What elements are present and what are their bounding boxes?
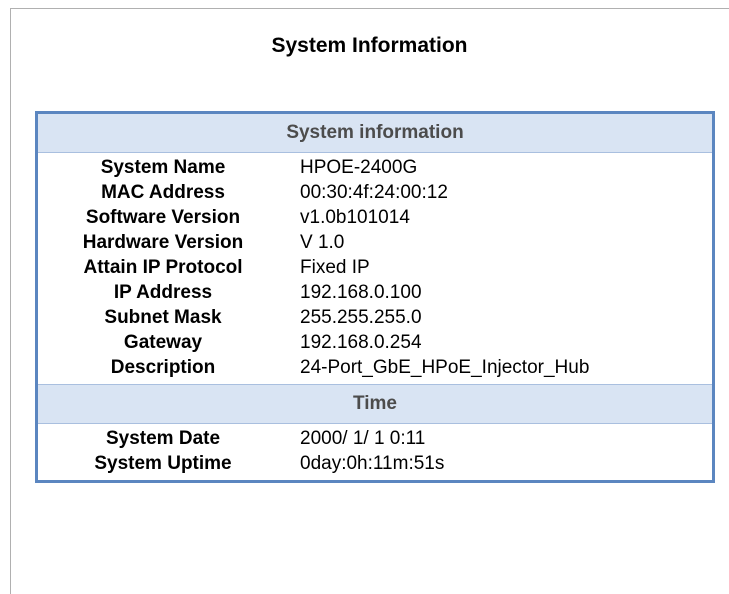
table-row-hardware-version: Hardware Version V 1.0 (37, 230, 714, 255)
time-header-row: Time (36, 384, 714, 424)
system-information-header: System information (36, 112, 714, 153)
hardware-version-label: Hardware Version (82, 232, 244, 253)
table-row-system-name: System Name HPOE-2400G (37, 153, 714, 181)
hardware-version-value: V 1.0 (300, 232, 345, 253)
content-frame-top-border (10, 8, 729, 9)
system-name-label: System Name (100, 157, 226, 178)
time-header: Time (36, 384, 714, 424)
content-frame-left-border (10, 8, 11, 594)
table-row-system-date: System Date 2000/ 1/ 1 0:11 (37, 424, 714, 452)
table-row-mac-address: MAC Address 00:30:4f:24:00:12 (37, 180, 714, 205)
system-information-header-row: System information (36, 112, 714, 153)
gateway-value: 192.168.0.254 (300, 332, 422, 353)
system-date-value: 2000/ 1/ 1 0:11 (300, 428, 426, 449)
subnet-mask-label: Subnet Mask (104, 307, 222, 328)
description-label: Description (110, 357, 216, 378)
system-information-table: System information System Name HPOE-2400… (35, 111, 715, 483)
ip-address-label: IP Address (113, 282, 213, 303)
table-row-system-uptime: System Uptime 0day:0h:11m:51s (37, 451, 714, 482)
mac-address-label: MAC Address (101, 182, 225, 203)
ip-address-value: 192.168.0.100 (300, 282, 422, 303)
subnet-mask-value: 255.255.255.0 (300, 307, 422, 328)
table-row-description: Description 24-Port_GbE_HPoE_Injector_Hu… (37, 355, 714, 385)
attain-ip-protocol-value: Fixed IP (300, 257, 370, 278)
software-version-label: Software Version (85, 207, 241, 228)
attain-ip-protocol-label: Attain IP Protocol (83, 257, 243, 278)
page-title: System Information (271, 34, 468, 57)
system-uptime-label: System Uptime (94, 453, 232, 474)
system-name-value: HPOE-2400G (300, 157, 418, 178)
table-row-subnet-mask: Subnet Mask 255.255.255.0 (37, 305, 714, 330)
software-version-value: v1.0b101014 (300, 207, 410, 228)
description-value: 24-Port_GbE_HPoE_Injector_Hub (300, 357, 590, 378)
table-row-attain-ip-protocol: Attain IP Protocol Fixed IP (37, 255, 714, 280)
table-row-ip-address: IP Address 192.168.0.100 (37, 280, 714, 305)
table-row-software-version: Software Version v1.0b101014 (37, 205, 714, 230)
system-uptime-value: 0day:0h:11m:51s (300, 453, 445, 474)
mac-address-value: 00:30:4f:24:00:12 (300, 182, 448, 203)
system-date-label: System Date (105, 428, 221, 449)
gateway-label: Gateway (123, 332, 203, 353)
table-row-gateway: Gateway 192.168.0.254 (37, 330, 714, 355)
